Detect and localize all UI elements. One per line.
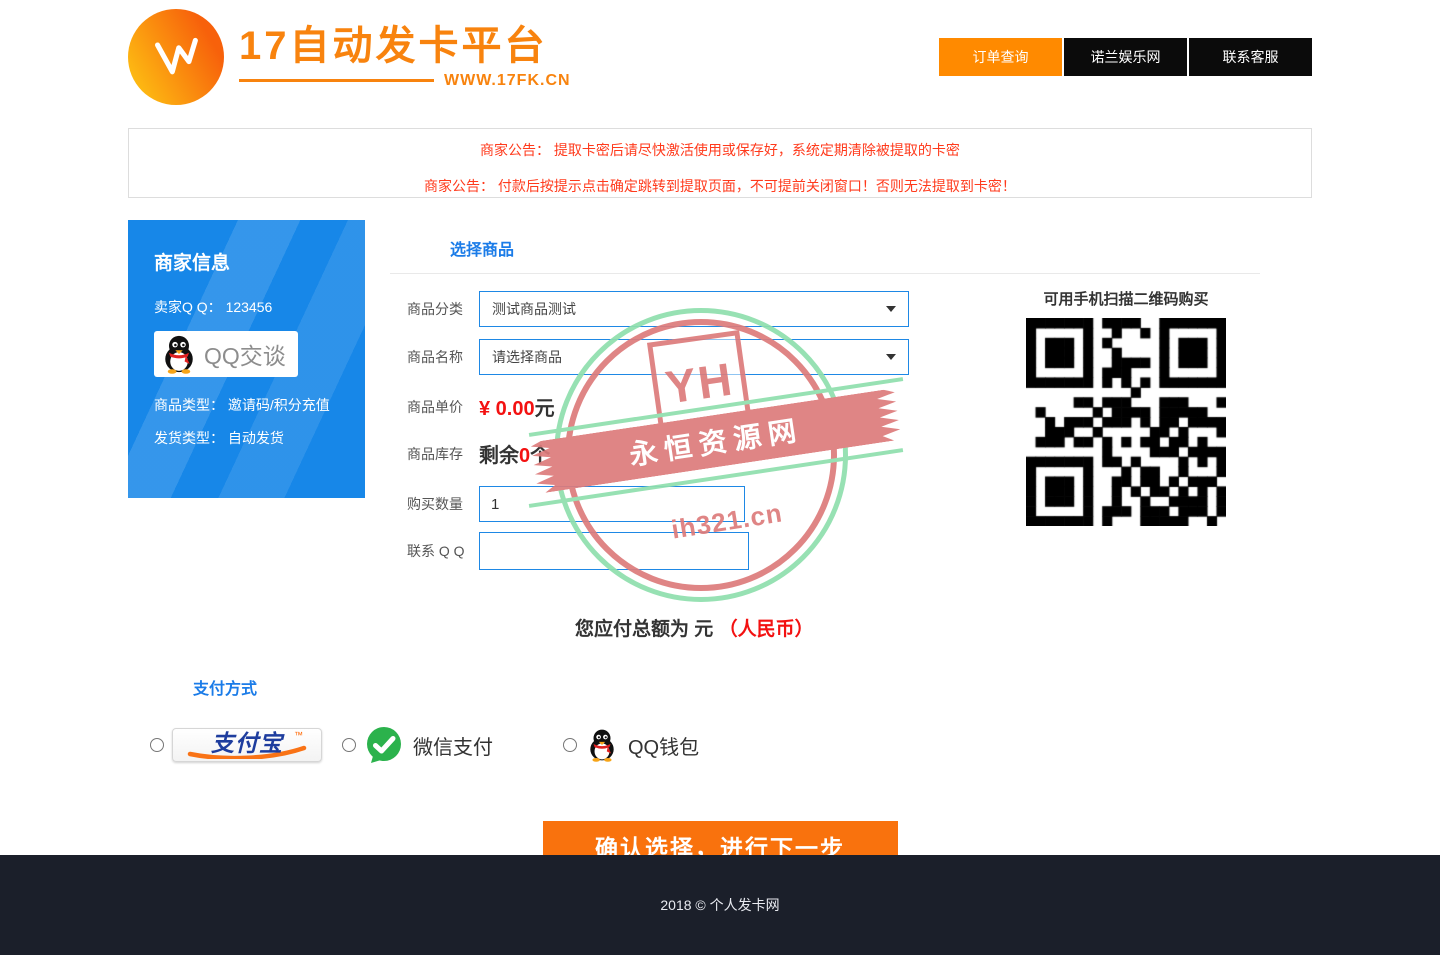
contact-qq-label: 联系 Q Q [407, 541, 469, 561]
product-name-select[interactable]: 请选择商品 [479, 339, 909, 375]
form-row-quantity: 购买数量 [390, 486, 920, 522]
alipay-radio[interactable] [150, 738, 164, 752]
price-unit: 元 [535, 398, 555, 420]
logo-w-mark-icon [148, 33, 204, 81]
total-currency-note: （人民币） [719, 619, 814, 640]
contact-qq-input[interactable] [479, 532, 749, 570]
logo-icon [128, 9, 224, 105]
header: 17自动发卡平台 WWW.17FK.CN 订单查询 诺兰娱乐网 联系客服 [128, 0, 1312, 114]
stock-count: 0 [519, 445, 530, 467]
site-url: WWW.17FK.CN [444, 72, 571, 90]
page: 17自动发卡平台 WWW.17FK.CN 订单查询 诺兰娱乐网 联系客服 商家公… [0, 0, 1440, 955]
notice-line-2: 商家公告： 付款后按提示点击确定跳转到提取页面，不可提前关闭窗口！否则无法提取到… [129, 176, 1311, 196]
site-logo[interactable]: 17自动发卡平台 WWW.17FK.CN [128, 9, 571, 105]
product-name-selected-value: 请选择商品 [492, 347, 562, 367]
wechat-pay-label: 微信支付 [413, 731, 493, 760]
delivery-type-label: 发货类型： [154, 430, 224, 446]
chevron-down-icon [886, 306, 896, 312]
price-amount: ¥ 0.00 [479, 398, 535, 420]
qr-code-image [1026, 318, 1226, 526]
qq-chat-label: QQ交谈 [204, 337, 286, 371]
delivery-type-line: 发货类型： 自动发货 [154, 428, 339, 448]
nav-order-query-button[interactable]: 订单查询 [939, 38, 1062, 76]
product-type-value: 邀请码/积分充值 [228, 397, 330, 413]
form-row-contact-qq: 联系 Q Q [390, 532, 920, 570]
qq-wallet-penguin-icon [585, 728, 619, 762]
category-label: 商品分类 [407, 299, 469, 319]
merchant-notice-box: 商家公告： 提取卡密后请尽快激活使用或保存好，系统定期清除被提取的卡密 商家公告… [128, 128, 1312, 198]
product-category-selected-value: 测试商品测试 [492, 299, 576, 319]
quantity-label: 购买数量 [407, 494, 469, 514]
qq-chat-button[interactable]: QQ交谈 [154, 331, 298, 377]
seller-info-panel: 商家信息 卖家Q Q： 123456 [128, 220, 365, 498]
alipay-trademark: ™ [294, 730, 303, 740]
seller-info-title: 商家信息 [154, 248, 339, 275]
total-amount-text: 您应付总额为 元 [575, 619, 713, 640]
form-row-name: 商品名称 请选择商品 [390, 339, 920, 375]
price-label: 商品单价 [407, 397, 469, 417]
notice-line-1: 商家公告： 提取卡密后请尽快激活使用或保存好，系统定期清除被提取的卡密 [129, 140, 1311, 160]
logo-subline: WWW.17FK.CN [239, 72, 571, 90]
nav-nuolan-site-button[interactable]: 诺兰娱乐网 [1064, 38, 1187, 76]
product-form: 商品分类 测试商品测试 商品名称 请选择商品 商品单价 [390, 291, 920, 570]
wechat-radio[interactable] [342, 738, 356, 752]
product-category-select[interactable]: 测试商品测试 [479, 291, 909, 327]
footer: 2018 © 个人发卡网 [0, 855, 1440, 955]
product-name-label: 商品名称 [407, 347, 469, 367]
alipay-logo-text: 支付宝 [211, 732, 283, 755]
site-title: 17自动发卡平台 [239, 24, 548, 68]
seller-qq-label: 卖家Q Q： [154, 299, 222, 315]
seller-qq-value: 123456 [226, 299, 273, 315]
qr-title: 可用手机扫描二维码购买 [1010, 288, 1242, 309]
form-row-category: 商品分类 测试商品测试 [390, 291, 920, 327]
payment-section: 支付方式 支付宝 ™ 微信支付 [128, 675, 1312, 765]
logo-underline [239, 79, 434, 82]
stock-suffix: 个 [530, 445, 550, 467]
payment-methods-row: 支付宝 ™ 微信支付 [150, 725, 1312, 765]
stock-value: 剩余0个 [479, 439, 550, 468]
product-type-line: 商品类型： 邀请码/积分充值 [154, 395, 339, 415]
stock-prefix: 剩余 [479, 445, 519, 467]
section-title-select-product: 选择商品 [450, 236, 1312, 260]
chevron-down-icon [886, 354, 896, 360]
form-row-stock: 商品库存 剩余0个 [390, 439, 920, 468]
qr-block: 可用手机扫描二维码购买 [1010, 288, 1242, 526]
logo-text: 17自动发卡平台 WWW.17FK.CN [239, 25, 571, 90]
section-divider [390, 273, 1260, 274]
delivery-type-value: 自动发货 [228, 430, 284, 446]
payment-title: 支付方式 [193, 675, 1312, 699]
wechat-pay-icon [364, 725, 404, 765]
qq-wallet-radio[interactable] [563, 738, 577, 752]
payment-option-wechat[interactable]: 微信支付 [342, 725, 493, 765]
qq-wallet-label: QQ钱包 [628, 731, 699, 760]
payment-option-alipay[interactable]: 支付宝 ™ [150, 728, 322, 762]
stock-label: 商品库存 [407, 444, 469, 464]
alipay-logo: 支付宝 ™ [172, 728, 322, 762]
form-row-price: 商品单价 ¥ 0.00元 [390, 392, 920, 421]
price-value: ¥ 0.00元 [479, 392, 555, 421]
total-amount-line: 您应付总额为 元 （人民币） [575, 614, 1312, 641]
product-select-section: 选择商品 商品分类 测试商品测试 商品名称 请选择商品 [390, 220, 1312, 641]
nav-contact-support-button[interactable]: 联系客服 [1189, 38, 1312, 76]
top-nav: 订单查询 诺兰娱乐网 联系客服 [937, 38, 1312, 76]
product-type-label: 商品类型： [154, 397, 224, 413]
payment-option-qq-wallet[interactable]: QQ钱包 [563, 728, 699, 762]
copyright-text: 2018 © 个人发卡网 [660, 895, 779, 915]
seller-qq-line: 卖家Q Q： 123456 [154, 297, 339, 317]
qq-penguin-icon [159, 334, 199, 374]
quantity-input[interactable] [479, 486, 745, 522]
content: 商家信息 卖家Q Q： 123456 [128, 220, 1312, 641]
